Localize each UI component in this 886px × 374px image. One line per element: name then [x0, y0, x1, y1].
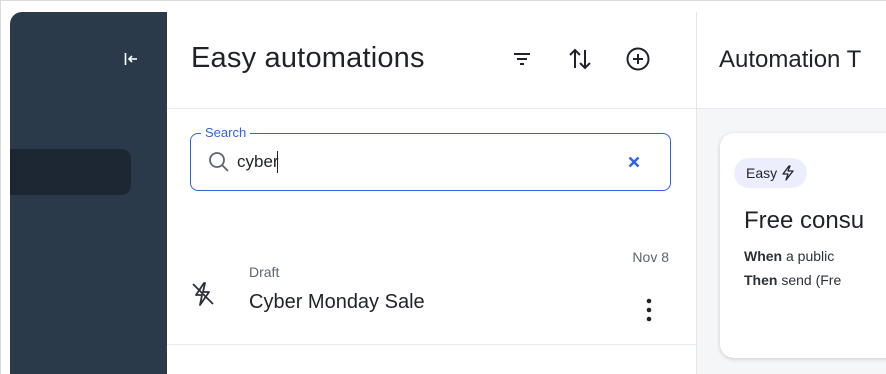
close-icon [628, 156, 640, 168]
card-title: Free consu [744, 207, 865, 234]
item-date: Nov 8 [632, 249, 669, 265]
list-item[interactable]: Draft Cyber Monday Sale Nov 8 [167, 224, 696, 345]
then-text: send (Fre [777, 272, 842, 288]
automations-panel: Easy automations Search cyber Draft Cybe… [167, 12, 697, 374]
then-label: Then [744, 272, 778, 288]
lightning-icon [782, 165, 794, 181]
sort-icon [569, 48, 591, 70]
more-vertical-icon [646, 298, 652, 322]
panel-header: Easy automations [167, 12, 696, 109]
add-circle-icon [626, 47, 650, 71]
detail-title: Automation T [719, 46, 862, 73]
add-automation-button[interactable] [621, 42, 655, 76]
collapse-sidebar-icon [124, 53, 137, 65]
badge-label: Easy [746, 165, 778, 181]
text-caret [277, 151, 278, 173]
search-input[interactable] [237, 148, 617, 176]
card-then-line: Then send (Fre [744, 272, 841, 288]
search-label: Search [201, 125, 251, 141]
item-title: Cyber Monday Sale [249, 291, 425, 313]
automation-off-icon [192, 282, 214, 306]
collapse-sidebar-button[interactable] [120, 48, 142, 70]
filter-icon [514, 53, 530, 65]
sidebar-item-active[interactable] [10, 149, 131, 195]
sort-button[interactable] [563, 42, 597, 76]
easy-badge: Easy [734, 158, 808, 188]
item-status: Draft [249, 264, 280, 280]
search-field[interactable]: Search [190, 125, 671, 191]
page-title: Easy automations [191, 42, 425, 74]
when-text: a public [782, 248, 835, 264]
automation-card[interactable]: Easy Free consu When a public Then send … [720, 133, 886, 358]
detail-header: Automation T [697, 12, 886, 109]
search-icon [209, 152, 229, 172]
when-label: When [744, 248, 783, 264]
sidebar [10, 12, 167, 374]
item-menu-button[interactable] [640, 294, 658, 326]
card-when-line: When a public [744, 248, 834, 264]
clear-search-button[interactable] [624, 152, 644, 172]
filter-button[interactable] [505, 42, 539, 76]
detail-panel: Automation T Easy Free consu When a publ… [697, 12, 886, 374]
